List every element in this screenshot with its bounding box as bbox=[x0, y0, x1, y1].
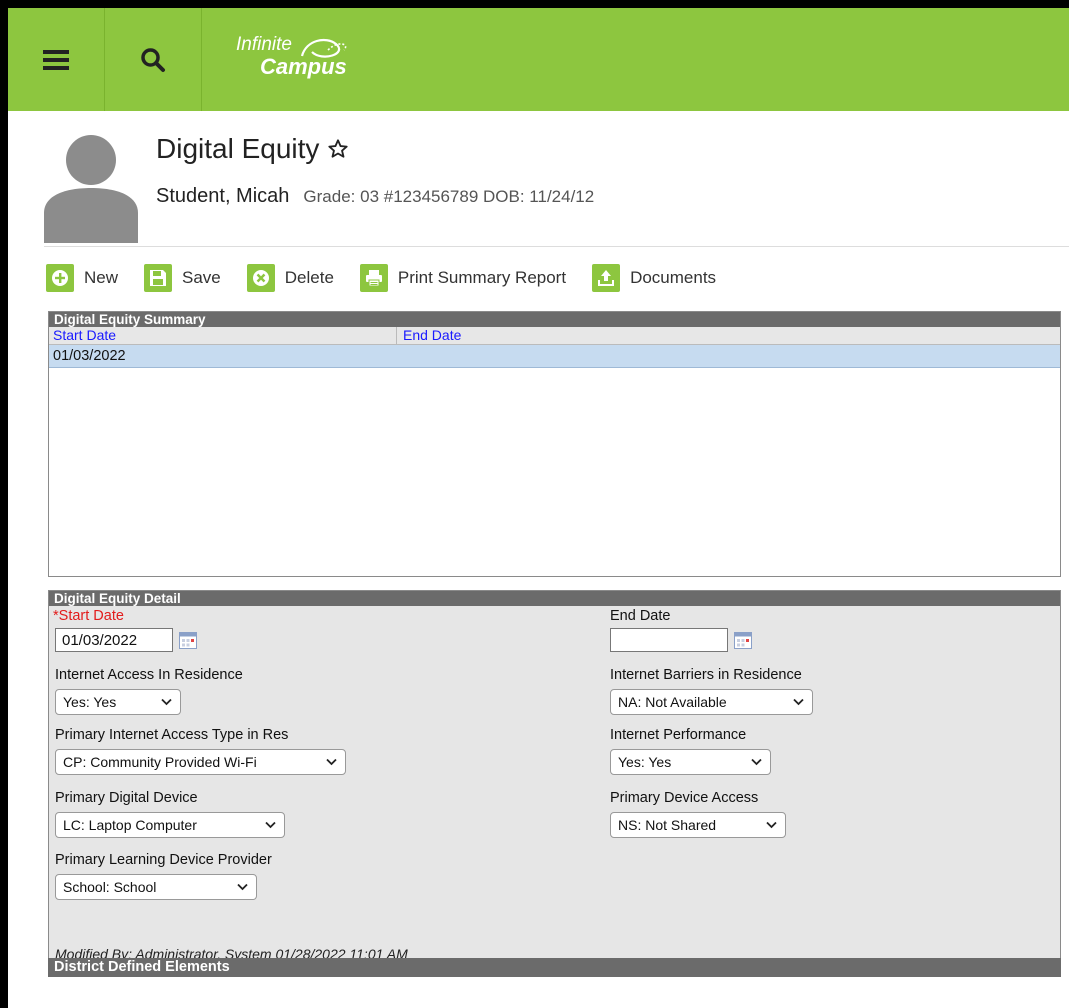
internet-barriers-label: Internet Barriers in Residence bbox=[610, 667, 802, 683]
upload-icon bbox=[598, 270, 615, 286]
logo-swoosh-icon bbox=[300, 38, 347, 58]
detail-panel-header: Digital Equity Detail bbox=[49, 591, 1060, 606]
printer-icon bbox=[365, 270, 382, 287]
internet-barriers-select[interactable]: NA: Not Available bbox=[610, 689, 813, 715]
digital-equity-summary-panel: Digital Equity Summary Start Date End Da… bbox=[48, 311, 1061, 577]
plus-circle-icon bbox=[52, 270, 68, 286]
column-header-end-date[interactable]: End Date bbox=[403, 327, 461, 344]
digital-equity-detail-panel: Digital Equity Detail *Start Date 01/03/… bbox=[48, 590, 1061, 962]
menu-button[interactable] bbox=[8, 8, 105, 111]
column-divider bbox=[396, 327, 397, 344]
avatar bbox=[44, 135, 138, 243]
calendar-icon[interactable] bbox=[179, 632, 197, 649]
top-bar: Infinite Campus bbox=[8, 8, 1069, 111]
new-button[interactable]: New bbox=[46, 264, 118, 292]
primary-device-label: Primary Digital Device bbox=[55, 790, 198, 806]
chevron-down-icon bbox=[161, 698, 172, 706]
summary-column-headers: Start Date End Date bbox=[49, 327, 1060, 345]
search-button[interactable] bbox=[105, 8, 202, 111]
chevron-down-icon bbox=[265, 821, 276, 829]
infinite-campus-logo[interactable]: Infinite Campus bbox=[236, 34, 347, 78]
start-date-input[interactable]: 01/03/2022 bbox=[55, 628, 173, 652]
district-defined-elements-header[interactable]: District Defined Elements bbox=[48, 958, 1061, 977]
divider bbox=[44, 246, 1069, 247]
save-button[interactable]: Save bbox=[144, 264, 221, 292]
hamburger-icon bbox=[43, 49, 69, 70]
print-summary-report-button[interactable]: Print Summary Report bbox=[359, 264, 566, 292]
close-circle-icon bbox=[252, 270, 269, 286]
end-date-label: End Date bbox=[610, 608, 671, 624]
summary-panel-header: Digital Equity Summary bbox=[49, 312, 1060, 327]
access-type-select[interactable]: CP: Community Provided Wi-Fi bbox=[55, 749, 346, 775]
device-access-label: Primary Device Access bbox=[610, 790, 759, 806]
student-meta: Grade: 03 #123456789 DOB: 11/24/12 bbox=[303, 187, 595, 206]
column-header-start-date[interactable]: Start Date bbox=[53, 327, 116, 344]
start-date-label: *Start Date bbox=[53, 608, 124, 624]
internet-performance-label: Internet Performance bbox=[610, 727, 747, 743]
device-provider-label: Primary Learning Device Provider bbox=[55, 852, 272, 868]
student-info: Student, Micah Grade: 03 #123456789 DOB:… bbox=[156, 185, 594, 208]
chevron-down-icon bbox=[751, 758, 762, 766]
student-name: Student, Micah bbox=[156, 185, 290, 207]
chevron-down-icon bbox=[326, 758, 337, 766]
chevron-down-icon bbox=[766, 821, 777, 829]
device-access-select[interactable]: NS: Not Shared bbox=[610, 812, 786, 838]
internet-access-select[interactable]: Yes: Yes bbox=[55, 689, 181, 715]
star-outline-icon[interactable] bbox=[327, 138, 349, 160]
action-toolbar: New Save Delete Print Summary Report Doc… bbox=[46, 260, 742, 296]
delete-button[interactable]: Delete bbox=[246, 264, 334, 292]
documents-button[interactable]: Documents bbox=[592, 264, 716, 292]
calendar-icon[interactable] bbox=[734, 632, 752, 649]
chevron-down-icon bbox=[237, 883, 248, 891]
access-type-label: Primary Internet Access Type in Res bbox=[55, 727, 289, 743]
floppy-disk-icon bbox=[150, 270, 167, 286]
page-title: Digital Equity bbox=[156, 133, 349, 165]
internet-performance-select[interactable]: Yes: Yes bbox=[610, 749, 771, 775]
app-window: Infinite Campus Digital Equity Student, … bbox=[8, 8, 1069, 1008]
search-icon bbox=[141, 47, 165, 72]
row-start-date: 01/03/2022 bbox=[53, 348, 126, 364]
primary-device-select[interactable]: LC: Laptop Computer bbox=[55, 812, 285, 838]
table-row[interactable]: 01/03/2022 bbox=[49, 345, 1060, 368]
end-date-input[interactable] bbox=[610, 628, 728, 652]
internet-access-label: Internet Access In Residence bbox=[55, 667, 243, 683]
chevron-down-icon bbox=[793, 698, 804, 706]
device-provider-select[interactable]: School: School bbox=[55, 874, 257, 900]
